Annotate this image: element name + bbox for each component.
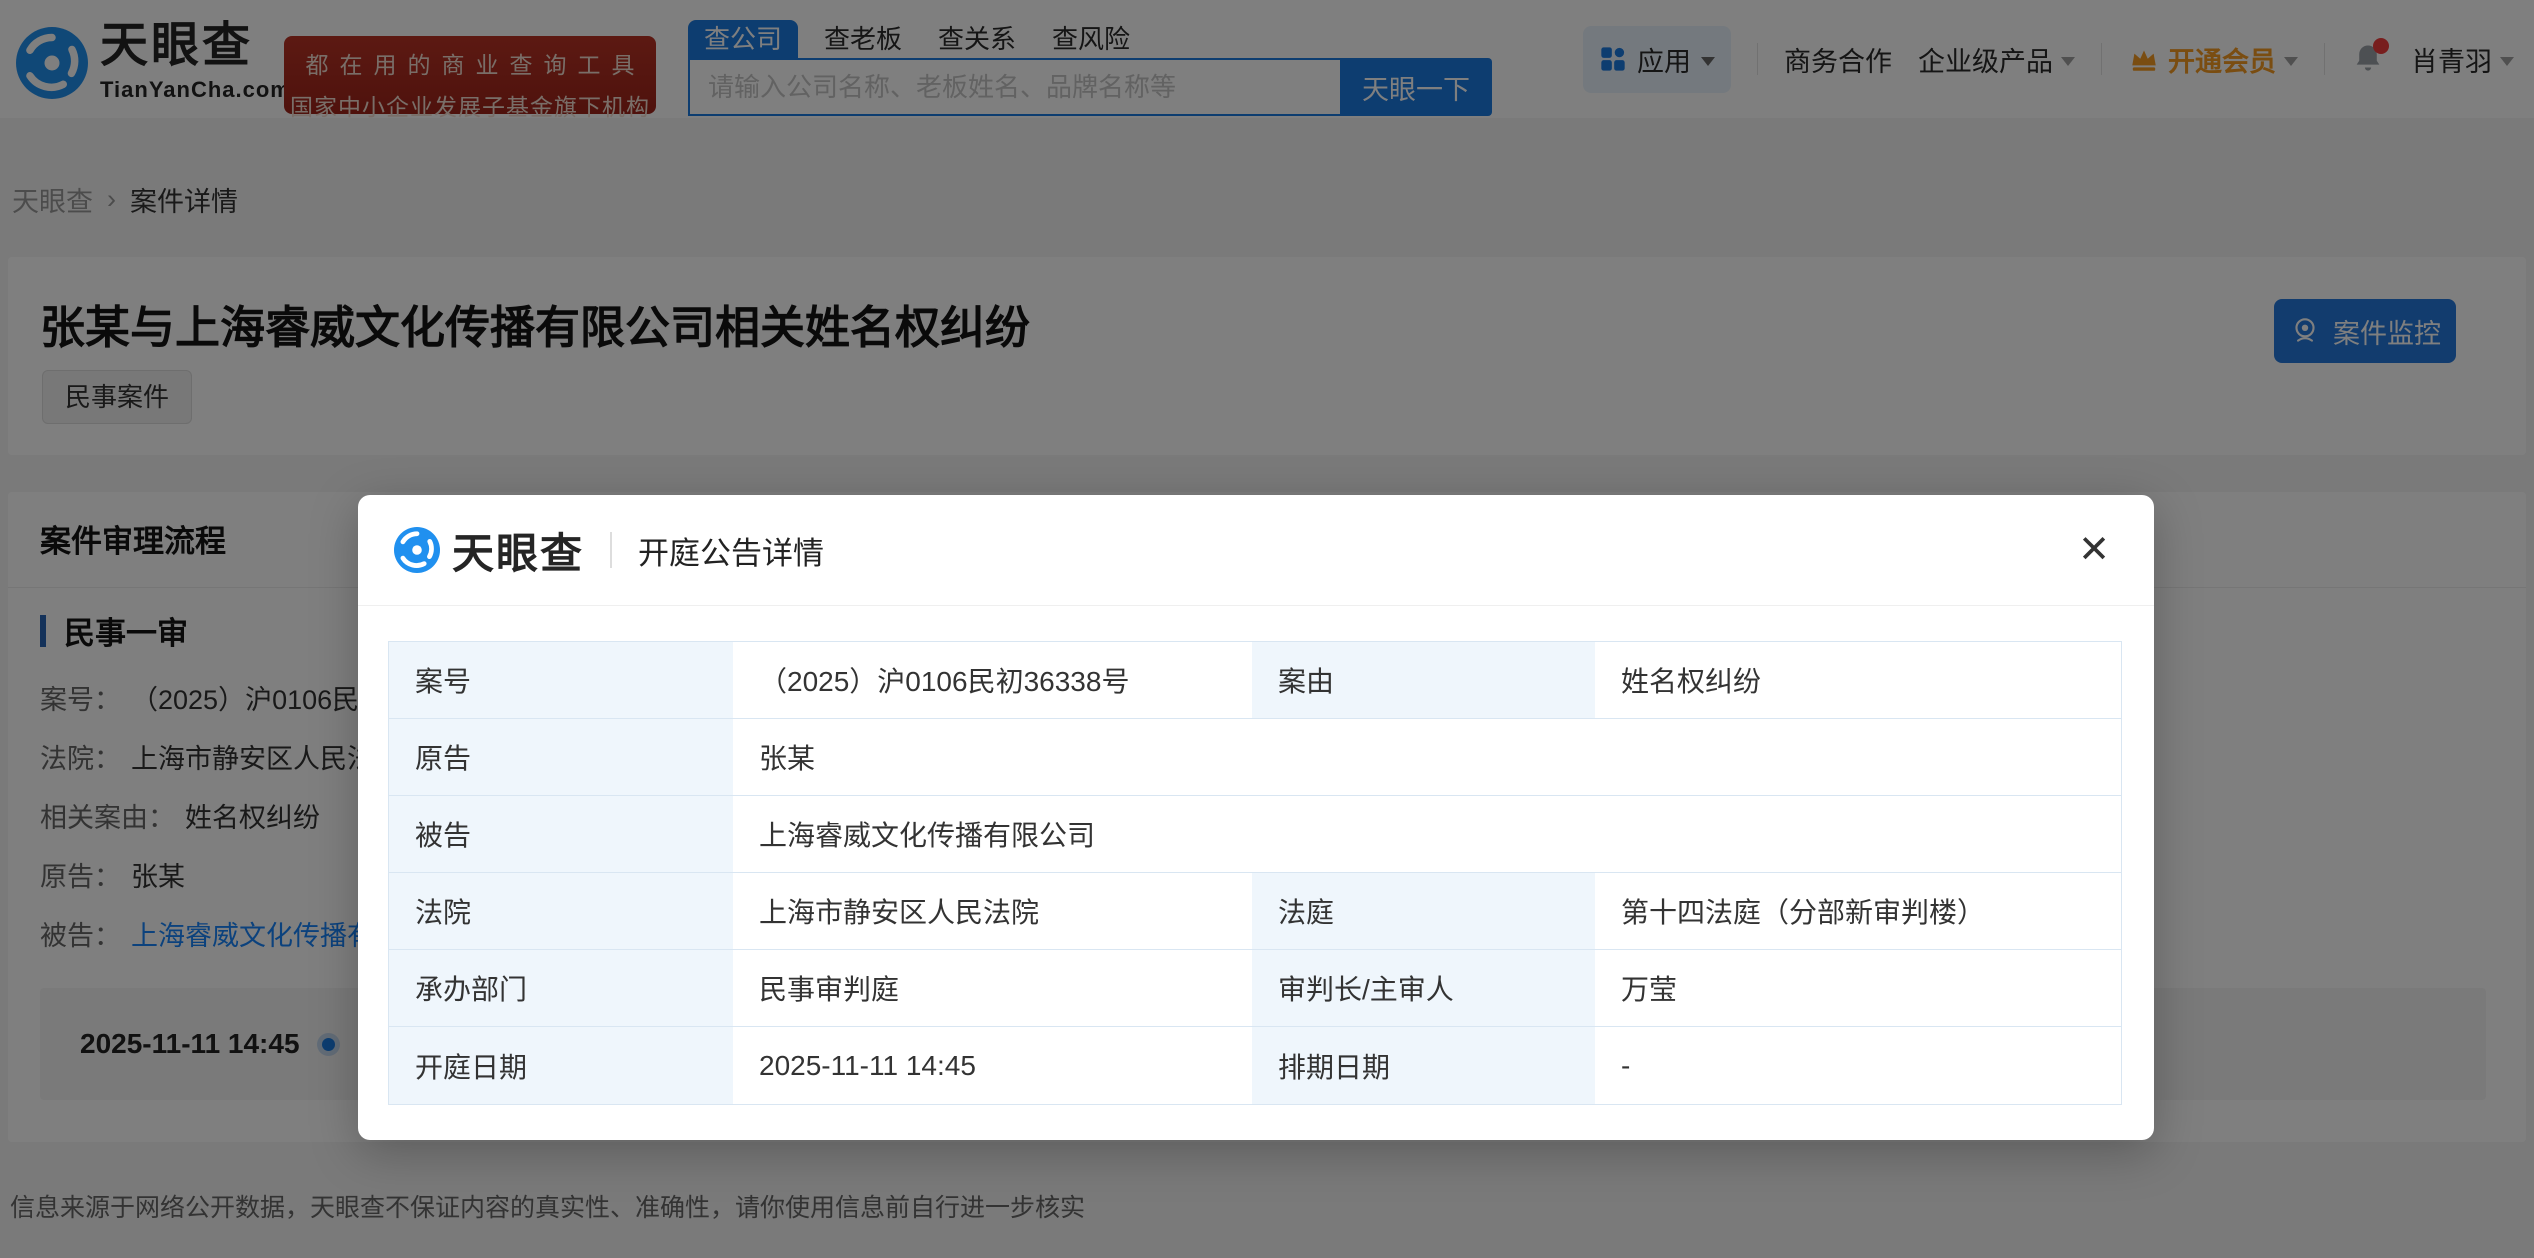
table-label: 案由	[1252, 642, 1595, 719]
table-value: 第十四法庭（分部新审判楼）	[1595, 873, 2121, 950]
table-value: 民事审判庭	[733, 950, 1252, 1027]
table-value: （2025）沪0106民初36338号	[733, 642, 1252, 719]
table-value: 上海市静安区人民法院	[733, 873, 1252, 950]
modal-title-divider	[610, 532, 612, 568]
modal-title: 开庭公告详情	[638, 528, 824, 573]
table-value: -	[1595, 1027, 2121, 1104]
table-value: 姓名权纠纷	[1595, 642, 2121, 719]
table-label: 案号	[389, 642, 733, 719]
tianyancha-eye-icon	[394, 527, 440, 573]
table-label: 排期日期	[1252, 1027, 1595, 1104]
hearing-detail-modal: 天眼查 开庭公告详情 ✕ 案号 （2025）沪0106民初36338号 案由 姓…	[358, 495, 2154, 1140]
close-icon[interactable]: ✕	[2078, 531, 2110, 569]
defendant-company-link[interactable]: 上海睿威文化传播有限公司	[733, 796, 2121, 873]
hearing-detail-table: 案号 （2025）沪0106民初36338号 案由 姓名权纠纷 原告 张某 被告…	[388, 641, 2122, 1105]
table-value: 万莹	[1595, 950, 2121, 1027]
table-label: 承办部门	[389, 950, 733, 1027]
table-value: 2025-11-11 14:45	[733, 1027, 1252, 1104]
table-label: 被告	[389, 796, 733, 873]
table-label: 法院	[389, 873, 733, 950]
table-label: 原告	[389, 719, 733, 796]
table-label: 法庭	[1252, 873, 1595, 950]
table-value: 张某	[733, 719, 2121, 796]
table-label: 审判长/主审人	[1252, 950, 1595, 1027]
modal-header: 天眼查 开庭公告详情 ✕	[358, 495, 2154, 606]
modal-brand-name: 天眼查	[452, 520, 584, 581]
table-label: 开庭日期	[389, 1027, 733, 1104]
